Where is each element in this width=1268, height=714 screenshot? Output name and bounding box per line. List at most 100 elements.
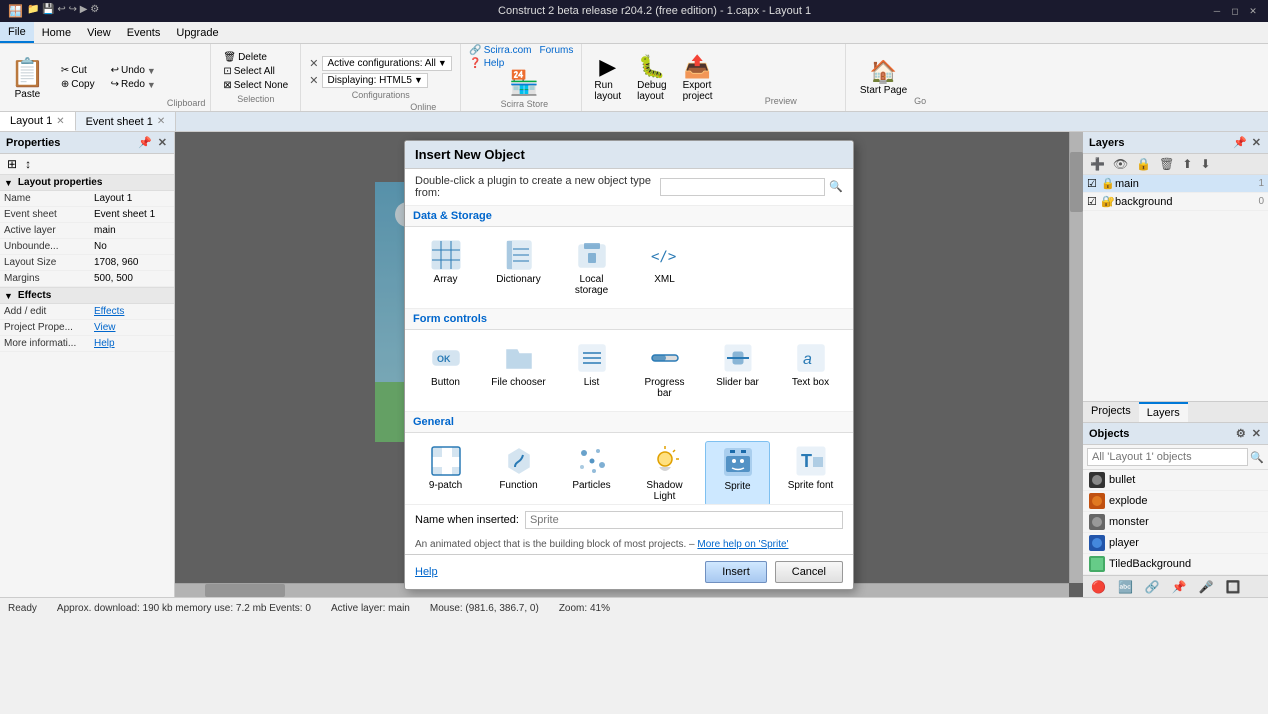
bottom-tool-mic[interactable]: 🎤	[1195, 579, 1218, 595]
effects-header[interactable]: ▼ Effects	[0, 287, 174, 304]
bottom-tool-red[interactable]: 🔴	[1087, 579, 1110, 595]
paste-button[interactable]: 📋 Paste	[2, 52, 53, 104]
debug-layout-button[interactable]: 🐛 Debug layout	[631, 52, 672, 104]
start-page-button[interactable]: 🏠 Start Page	[854, 57, 913, 98]
layer-background-visibility[interactable]: ☑	[1087, 195, 1101, 208]
menu-home[interactable]: Home	[34, 22, 79, 43]
object-tiledbackground[interactable]: TiledBackground	[1083, 554, 1268, 575]
objects-search-input[interactable]	[1087, 448, 1248, 466]
properties-close-button[interactable]: ✕	[157, 135, 168, 150]
object-tiledbackground-icon	[1089, 556, 1105, 572]
object-explode[interactable]: explode	[1083, 491, 1268, 512]
object-bullet[interactable]: bullet	[1083, 470, 1268, 491]
delete-layer-button[interactable]: 🗑	[1156, 156, 1177, 172]
layers-close-button[interactable]: ✕	[1251, 135, 1262, 150]
layer-main-visibility[interactable]: ☑	[1087, 177, 1101, 190]
plugin-textbox[interactable]: a Text box	[778, 338, 843, 403]
objects-settings-button[interactable]: ⚙	[1235, 426, 1247, 441]
displaying-dropdown[interactable]: Displaying: HTML5 ▼	[322, 73, 427, 88]
add-layer-button[interactable]: ➕	[1087, 156, 1108, 172]
layer-background[interactable]: ☑ 🔐 background 0	[1083, 193, 1268, 211]
plugin-localstorage[interactable]: Local storage	[559, 235, 624, 300]
tab-layout1-close[interactable]: ✕	[56, 116, 64, 127]
export-project-button[interactable]: 📤 Export project	[677, 52, 719, 104]
delete-icon: 🗑	[223, 52, 236, 63]
plugin-list[interactable]: List	[559, 338, 624, 403]
close-button[interactable]: ✕	[1246, 4, 1260, 18]
run-icon: ▶	[599, 54, 616, 80]
active-config-dropdown[interactable]: Active configurations: All ▼	[322, 56, 451, 71]
plugin-progressbar[interactable]: Progress bar	[632, 338, 697, 403]
plugin-button[interactable]: OK Button	[413, 338, 478, 403]
object-monster[interactable]: monster	[1083, 512, 1268, 533]
plugin-xml[interactable]: </> XML	[632, 235, 697, 300]
forums-link[interactable]: Forums	[540, 45, 574, 56]
dialog-search-input[interactable]	[660, 178, 825, 196]
move-layer-down-button[interactable]: ⬇	[1197, 156, 1213, 172]
menu-events[interactable]: Events	[119, 22, 169, 43]
plugin-array[interactable]: Array	[413, 235, 478, 300]
insert-button[interactable]: Insert	[705, 561, 767, 583]
props-sort-button[interactable]: ⊞	[4, 156, 20, 172]
maximize-button[interactable]: ◻	[1228, 4, 1242, 18]
eye-layer-button[interactable]: 👁	[1110, 156, 1131, 172]
menu-upgrade[interactable]: Upgrade	[168, 22, 226, 43]
plugin-filechooser[interactable]: File chooser	[486, 338, 551, 403]
minimize-button[interactable]: ─	[1210, 4, 1224, 18]
canvas-area[interactable]: Insert New Object Double-click a plugin …	[175, 132, 1083, 597]
plugin-function[interactable]: Function	[486, 441, 551, 504]
effects-more-info-link[interactable]: Help	[94, 338, 170, 349]
tab-projects[interactable]: Projects	[1083, 402, 1139, 422]
tab-eventsheet1[interactable]: Event sheet 1 ✕	[76, 112, 177, 131]
cut-button[interactable]: ✂ Cut	[55, 64, 101, 77]
cancel-button[interactable]: Cancel	[775, 561, 843, 583]
objects-close-button[interactable]: ✕	[1251, 426, 1262, 441]
lock-layer-button[interactable]: 🔒	[1133, 156, 1154, 172]
effects-project-props-link[interactable]: View	[94, 322, 170, 333]
plugin-sprite[interactable]: Sprite	[705, 441, 770, 504]
scirra-link[interactable]: 🔗 Scirra.com	[469, 45, 531, 56]
dialog-name-input[interactable]	[525, 511, 843, 529]
layout-props-header[interactable]: ▼ Layout properties	[0, 175, 174, 191]
run-layout-button[interactable]: ▶ Run layout	[588, 52, 627, 104]
layer-background-lock[interactable]: 🔐	[1101, 195, 1115, 208]
bottom-tool-grid[interactable]: 🔲	[1222, 579, 1245, 595]
layer-main-lock[interactable]: 🔒	[1101, 177, 1115, 190]
tab-eventsheet1-close[interactable]: ✕	[157, 116, 165, 127]
bottom-tool-pin[interactable]: 📌	[1168, 579, 1191, 595]
redo-button[interactable]: ↪ Redo ▼	[105, 78, 162, 91]
delete-button[interactable]: 🗑 Delete	[217, 51, 294, 64]
plugin-sliderbar[interactable]: Slider bar	[705, 338, 770, 403]
tab-layers-bottom[interactable]: Layers	[1139, 402, 1188, 422]
help-link[interactable]: ❓ Help	[469, 58, 573, 69]
plugin-spritefont[interactable]: T Sprite font	[778, 441, 843, 504]
dialog-description-link[interactable]: More help on 'Sprite'	[697, 539, 788, 550]
svg-text:</>: </>	[651, 249, 676, 265]
plugin-9patch[interactable]: 9-patch	[413, 441, 478, 504]
undo-button[interactable]: ↩ Undo ▼	[105, 64, 162, 77]
layers-pin-button[interactable]: 📌	[1232, 135, 1248, 150]
properties-pin-button[interactable]: 📌	[137, 135, 153, 150]
tab-layout1[interactable]: Layout 1 ✕	[0, 112, 76, 131]
section-data-storage: Data & Storage	[405, 206, 853, 227]
copy-button[interactable]: ⊕ Copy	[55, 78, 101, 91]
effects-add-edit-link[interactable]: Effects	[94, 306, 170, 317]
props-order-button[interactable]: ↕	[22, 156, 34, 172]
move-layer-up-button[interactable]: ⬆	[1179, 156, 1195, 172]
plugin-dictionary[interactable]: Dictionary	[486, 235, 551, 300]
layer-main[interactable]: ☑ 🔒 main 1	[1083, 175, 1268, 193]
bottom-tool-link[interactable]: 🔗	[1141, 579, 1164, 595]
plugin-particles[interactable]: Particles	[559, 441, 624, 504]
right-panel: Layers 📌 ✕ ➕ 👁 🔒 🗑 ⬆ ⬇ ☑ 🔒 main 1	[1083, 132, 1268, 597]
select-all-button[interactable]: ⊡ Select All	[217, 65, 294, 78]
bottom-tool-text[interactable]: 🔤	[1114, 579, 1137, 595]
layers-header-icons: 📌 ✕	[1232, 135, 1262, 150]
menu-view[interactable]: View	[79, 22, 119, 43]
object-monster-icon	[1089, 514, 1105, 530]
select-none-button[interactable]: ⊠ Select None	[217, 79, 294, 92]
menu-file[interactable]: File	[0, 22, 34, 43]
dialog-help-link[interactable]: Help	[415, 566, 438, 578]
plugin-shadowlight[interactable]: Shadow Light	[632, 441, 697, 504]
plugin-sprite-icon	[722, 446, 754, 478]
object-player[interactable]: player	[1083, 533, 1268, 554]
